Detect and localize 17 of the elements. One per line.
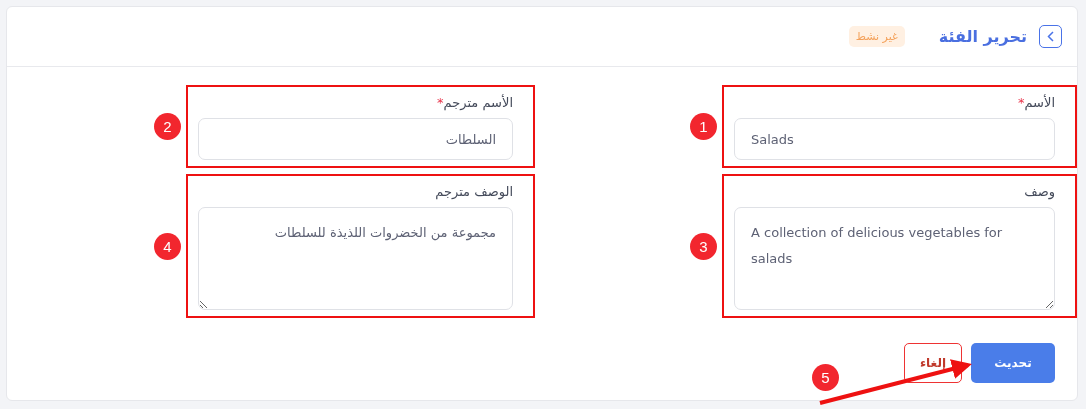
status-badge: غير نشط bbox=[848, 26, 905, 47]
input-field[interactable]: السلطات bbox=[198, 118, 513, 160]
field-label: الأسم مترجم* bbox=[436, 95, 513, 110]
input-field[interactable]: Salads bbox=[734, 118, 1055, 160]
step-number: 4 bbox=[154, 232, 181, 260]
textarea-field[interactable]: مجموعة من الخضروات اللذيذة للسلطات bbox=[198, 207, 513, 310]
field-label: الوصف مترجم bbox=[434, 184, 513, 199]
page-title: تحرير الفئة bbox=[938, 27, 1027, 46]
textarea-field[interactable]: A collection of delicious vegetables for salads bbox=[734, 207, 1055, 310]
field-label: الأسم* bbox=[1016, 95, 1055, 110]
back-button[interactable] bbox=[1039, 25, 1062, 48]
step-number: 3 bbox=[690, 232, 717, 260]
field-label: وصف bbox=[1023, 184, 1055, 199]
step-number: 1 bbox=[690, 113, 717, 140]
update-button[interactable]: تحديث bbox=[971, 343, 1055, 383]
step-number: 2 bbox=[154, 113, 181, 140]
chevron-left-icon bbox=[1047, 31, 1054, 42]
